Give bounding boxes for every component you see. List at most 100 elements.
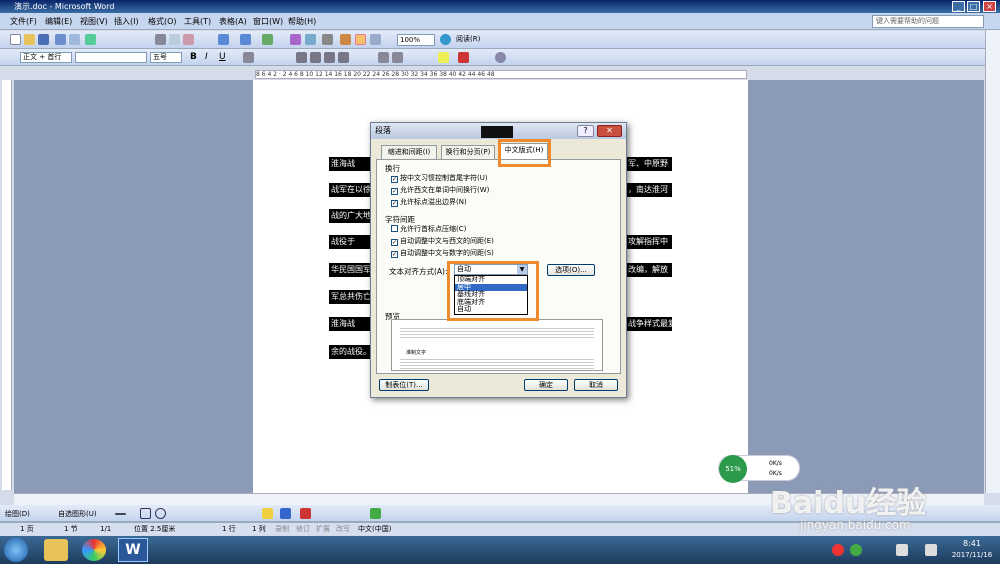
print-preview-icon[interactable] (69, 34, 80, 45)
tabs-button[interactable]: 制表位(T)... (379, 379, 429, 391)
menu-edit[interactable]: 编辑(E) (45, 16, 72, 27)
line-color-icon[interactable] (280, 508, 291, 519)
checkbox-compress-punctuation[interactable]: 允许行首标点压缩(C) (391, 225, 466, 234)
cpu-usage: 51% (719, 455, 747, 483)
font-color-icon[interactable] (458, 52, 469, 63)
menu-file[interactable]: 文件(F) (10, 16, 37, 27)
browser-icon[interactable] (82, 539, 106, 561)
help-icon[interactable] (440, 34, 451, 45)
align-left-icon[interactable] (296, 52, 307, 63)
menu-help[interactable]: 帮助(H) (288, 16, 316, 27)
menu-insert[interactable]: 插入(I) (114, 16, 139, 27)
checkbox-adjust-cjk-numbers[interactable]: ✓ 自动调整中文与数字的间距(S) (391, 249, 494, 258)
copy-icon[interactable] (169, 34, 180, 45)
menu-window[interactable]: 窗口(W) (253, 16, 283, 27)
dialog-close-button[interactable]: ✕ (597, 125, 622, 137)
network-icon[interactable] (896, 544, 908, 556)
columns-icon[interactable] (322, 34, 333, 45)
vertical-ruler[interactable] (2, 80, 12, 490)
checkbox-unchecked[interactable] (391, 225, 398, 232)
oval-icon[interactable] (155, 508, 166, 519)
checkbox-hanging-punctuation[interactable]: ✓ 允许标点溢出边界(N) (391, 198, 467, 207)
highlight-icon[interactable] (438, 52, 449, 63)
justify-icon[interactable] (338, 52, 349, 63)
status-record[interactable]: 录制 (275, 523, 289, 535)
options-button[interactable]: 选项(O)... (547, 264, 595, 276)
print-icon[interactable] (55, 34, 66, 45)
watermark-brand: Baidu经验 (770, 486, 927, 521)
highlight-box-tab (498, 139, 551, 167)
open-icon[interactable] (24, 34, 35, 45)
help-icon[interactable]: ? (577, 125, 594, 137)
drawing-icon[interactable] (340, 34, 351, 45)
tray-date[interactable]: 2017/11/16 (946, 551, 998, 559)
underline-icon[interactable]: U (219, 52, 226, 62)
save-icon[interactable] (38, 34, 49, 45)
tab-line-page-breaks[interactable]: 换行和分页(P) (441, 145, 495, 159)
checkbox-adjust-cjk-latin[interactable]: ✓ 自动调整中文与西文的间距(E) (391, 237, 494, 246)
checkbox-checked[interactable]: ✓ (391, 251, 398, 258)
zoom-select[interactable]: 100% (397, 34, 435, 46)
excel-icon[interactable] (305, 34, 316, 45)
redo-icon[interactable] (240, 34, 251, 45)
show-hide-icon[interactable] (370, 34, 381, 45)
rectangle-icon[interactable] (140, 508, 151, 519)
shadow-icon[interactable] (370, 508, 381, 519)
spelling-icon[interactable] (85, 34, 96, 45)
checkbox-checked[interactable]: ✓ (391, 176, 398, 183)
checkbox-checked[interactable]: ✓ (391, 200, 398, 207)
ok-button[interactable]: 确定 (524, 379, 568, 391)
document-map-icon[interactable] (355, 34, 366, 45)
read-mode-button[interactable]: 阅读(R) (456, 34, 480, 44)
draw-menu[interactable]: 绘图(D) (5, 509, 30, 519)
horizontal-ruler[interactable]: 8 6 4 2 · 2 4 6 8 10 12 14 16 18 20 22 2… (255, 70, 747, 79)
checkbox-allow-word-wrap[interactable]: ✓ 允许西文在单词中间换行(W) (391, 186, 489, 195)
menu-tools[interactable]: 工具(T) (184, 16, 211, 27)
help-search-input[interactable]: 键入需要帮助的问题 (872, 15, 984, 28)
char-border-icon[interactable] (243, 52, 254, 63)
tray-app-icon[interactable] (832, 544, 844, 556)
bullets-icon[interactable] (392, 52, 403, 63)
maximize-button[interactable]: □ (967, 1, 980, 12)
menu-view[interactable]: 视图(V) (80, 16, 108, 27)
italic-icon[interactable]: I (205, 52, 208, 62)
font-size-select[interactable]: 五号 (150, 52, 182, 63)
tray-security-icon[interactable] (850, 544, 862, 556)
paste-icon[interactable] (183, 34, 194, 45)
numbering-icon[interactable] (378, 52, 389, 63)
upload-speed: 0K/s (769, 460, 782, 467)
fill-color-icon[interactable] (262, 508, 273, 519)
undo-icon[interactable] (218, 34, 229, 45)
status-track[interactable]: 修订 (296, 523, 310, 535)
word-icon[interactable]: W (118, 538, 148, 562)
close-button[interactable]: × (983, 1, 996, 12)
new-icon[interactable] (10, 34, 21, 45)
tray-time[interactable]: 8:41 (950, 539, 994, 548)
autoshape-menu[interactable]: 自选图形(U) (58, 509, 97, 519)
tab-indents-spacing[interactable]: 缩进和间距(I) (381, 145, 437, 159)
status-overtype[interactable]: 改写 (336, 523, 350, 535)
align-right-icon[interactable] (324, 52, 335, 63)
start-button[interactable] (4, 538, 28, 562)
bold-icon[interactable]: B (190, 52, 197, 62)
font-select[interactable] (75, 52, 147, 63)
phonetic-icon[interactable] (495, 52, 506, 63)
minimize-button[interactable]: _ (952, 1, 965, 12)
checkbox-checked[interactable]: ✓ (391, 188, 398, 195)
volume-icon[interactable] (925, 544, 937, 556)
menu-format[interactable]: 格式(O) (148, 16, 177, 27)
cancel-button[interactable]: 取消 (574, 379, 618, 391)
cut-icon[interactable] (155, 34, 166, 45)
table-icon[interactable] (290, 34, 301, 45)
explorer-icon[interactable] (44, 539, 68, 561)
menu-table[interactable]: 表格(A) (219, 16, 247, 27)
status-extend[interactable]: 扩展 (316, 523, 330, 535)
style-select[interactable]: 正文 + 首行 (20, 52, 72, 63)
vertical-scrollbar[interactable] (985, 30, 1000, 493)
align-center-icon[interactable] (310, 52, 321, 63)
line-icon[interactable] (115, 513, 126, 515)
checkbox-checked[interactable]: ✓ (391, 239, 398, 246)
hyperlink-icon[interactable] (262, 34, 273, 45)
font-color-draw-icon[interactable] (300, 508, 311, 519)
checkbox-line-break-rules[interactable]: ✓ 按中文习惯控制首尾字符(U) (391, 174, 488, 183)
